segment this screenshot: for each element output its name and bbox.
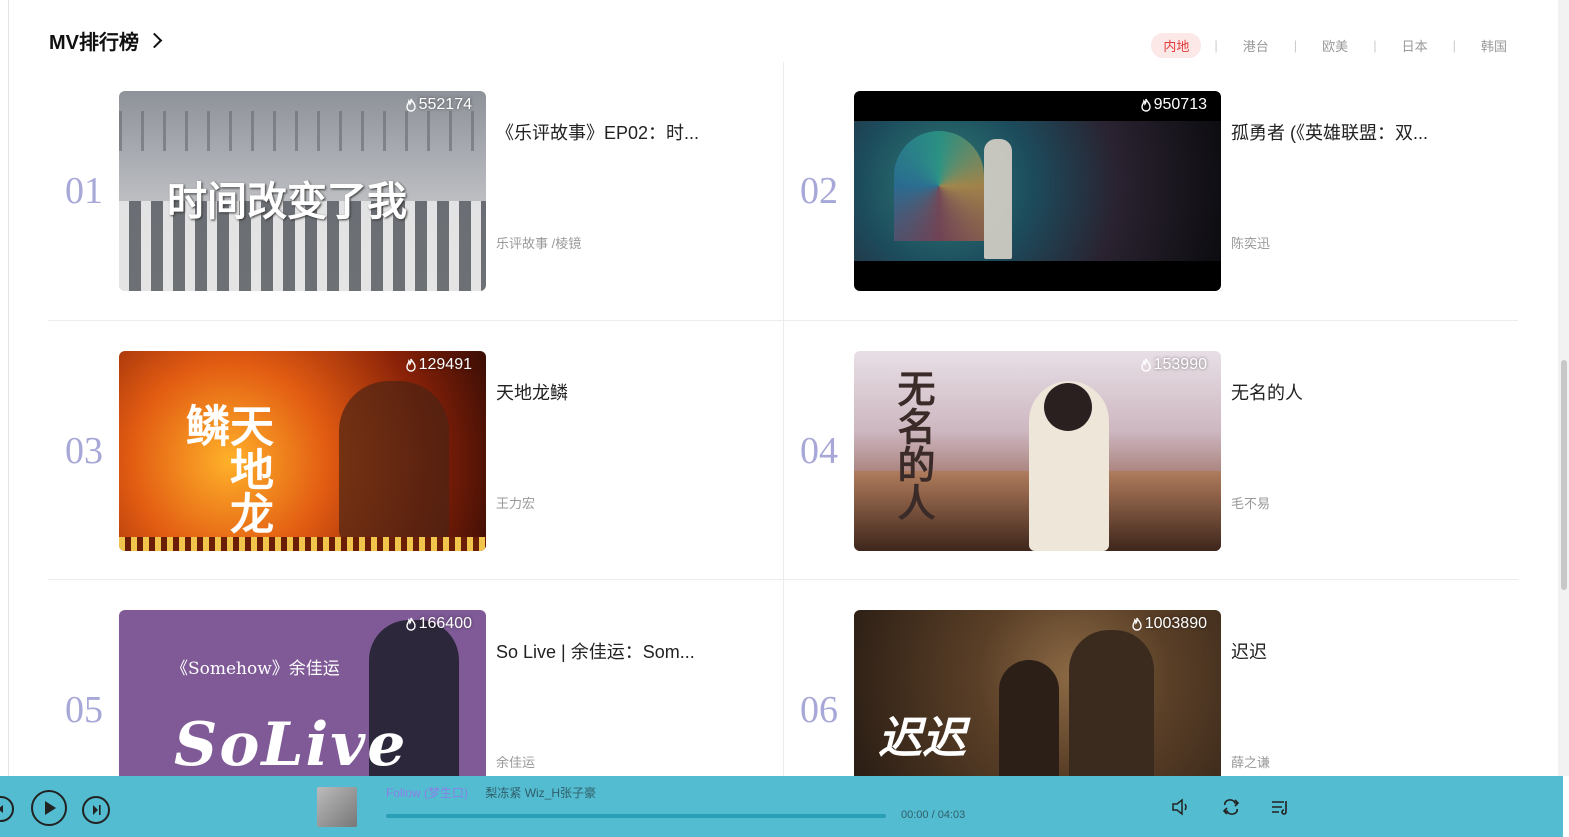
mv-item[interactable]: 03 天地龙鳞 129491 天地龙鳞 王力宏 bbox=[49, 351, 749, 551]
next-button[interactable] bbox=[82, 796, 110, 824]
mv-title[interactable]: So Live | 余佳运：Som... bbox=[496, 638, 746, 664]
view-count-value: 166400 bbox=[418, 615, 472, 632]
tab-separator: | bbox=[1214, 38, 1218, 53]
player-bar: Follow (梦生口) 梨冻紧 Wiz_H张子豪 00:00 / 04:03 bbox=[0, 776, 1563, 837]
rank-number: 06 bbox=[800, 689, 838, 731]
tab-japan[interactable]: 日本 bbox=[1390, 33, 1440, 58]
view-count: 153990 bbox=[1140, 356, 1207, 374]
mv-artist[interactable]: 薛之谦 bbox=[1231, 752, 1270, 771]
rank-number: 05 bbox=[65, 689, 103, 731]
view-count: 950713 bbox=[1140, 96, 1207, 114]
view-count: 129491 bbox=[405, 356, 472, 374]
region-tabs: 内地 | 港台 | 欧美 | 日本 | 韩国 bbox=[1151, 33, 1519, 58]
rank-number: 02 bbox=[800, 170, 838, 212]
row-divider bbox=[48, 579, 1518, 580]
fire-icon bbox=[405, 617, 416, 631]
mv-artist[interactable]: 乐评故事 /棱镜 bbox=[496, 233, 581, 252]
mv-thumbnail[interactable]: 950713 bbox=[854, 91, 1221, 291]
view-count: 1003890 bbox=[1131, 615, 1207, 633]
mv-title[interactable]: 天地龙鳞 bbox=[496, 379, 746, 405]
fire-icon bbox=[1132, 617, 1142, 631]
mv-thumbnail[interactable]: 《Somehow》余佳运 SoLive 166400 bbox=[119, 610, 486, 776]
fire-icon bbox=[1140, 358, 1151, 372]
view-count-value: 1003890 bbox=[1144, 615, 1207, 632]
mv-thumbnail[interactable]: 迟迟 1003890 bbox=[854, 610, 1221, 776]
song-name[interactable]: Follow (梦生口) bbox=[386, 786, 468, 800]
thumbnail-caption: 无名的人 bbox=[891, 369, 936, 521]
chevron-right-icon[interactable] bbox=[146, 32, 163, 49]
album-cover[interactable] bbox=[317, 787, 357, 827]
view-count-value: 129491 bbox=[418, 356, 472, 373]
view-count: 552174 bbox=[405, 96, 472, 114]
view-count-value: 552174 bbox=[418, 96, 472, 113]
thumbnail-caption: 《Somehow》余佳运 bbox=[171, 659, 340, 679]
tab-western[interactable]: 欧美 bbox=[1310, 33, 1360, 58]
mv-thumbnail[interactable]: 天地龙鳞 129491 bbox=[119, 351, 486, 551]
tab-separator: | bbox=[1373, 38, 1377, 53]
next-icon bbox=[93, 805, 101, 815]
tab-separator: | bbox=[1452, 38, 1456, 53]
play-icon bbox=[45, 801, 56, 815]
progress-bar[interactable] bbox=[386, 814, 886, 818]
tab-hk-tw[interactable]: 港台 bbox=[1231, 33, 1281, 58]
loop-icon[interactable] bbox=[1221, 798, 1241, 816]
play-button[interactable] bbox=[31, 790, 67, 826]
left-border bbox=[8, 0, 9, 776]
mv-title[interactable]: 《乐评故事》EP02：时... bbox=[496, 119, 746, 145]
row-divider bbox=[48, 320, 1518, 321]
fire-icon bbox=[1140, 98, 1151, 112]
page-title[interactable]: MV排行榜 bbox=[49, 26, 139, 55]
mv-thumbnail[interactable]: 无名的人 153990 bbox=[854, 351, 1221, 551]
mv-thumbnail[interactable]: 时间改变了我 552174 bbox=[119, 91, 486, 291]
mv-artist[interactable]: 余佳运 bbox=[496, 752, 535, 771]
mv-artist[interactable]: 王力宏 bbox=[496, 493, 535, 512]
thumbnail-caption: 迟迟 bbox=[878, 713, 966, 764]
now-playing-info: Follow (梦生口) 梨冻紧 Wiz_H张子豪 bbox=[386, 784, 596, 801]
volume-icon[interactable] bbox=[1171, 798, 1191, 816]
fire-icon bbox=[405, 98, 416, 112]
scrollbar[interactable] bbox=[1558, 0, 1569, 776]
tab-mainland[interactable]: 内地 bbox=[1151, 33, 1202, 58]
playlist-icon[interactable] bbox=[1270, 798, 1290, 816]
thumbnail-caption: 时间改变了我 bbox=[167, 178, 407, 225]
previous-button[interactable] bbox=[0, 796, 14, 822]
mv-title[interactable]: 迟迟 bbox=[1231, 638, 1481, 664]
fire-icon bbox=[405, 358, 416, 372]
tab-korea[interactable]: 韩国 bbox=[1469, 33, 1519, 58]
mv-item[interactable]: 02 950713 孤勇者 (《英雄联盟：双... 陈奕迅 bbox=[784, 91, 1484, 291]
view-count-value: 153990 bbox=[1153, 356, 1207, 373]
mv-item[interactable]: 04 无名的人 153990 无名的人 毛不易 bbox=[784, 351, 1484, 551]
rank-number: 01 bbox=[65, 170, 103, 212]
section-header[interactable]: MV排行榜 bbox=[49, 26, 163, 55]
view-count: 166400 bbox=[405, 615, 472, 633]
thumbnail-caption: 天地龙鳞 bbox=[178, 403, 273, 535]
view-count-value: 950713 bbox=[1153, 96, 1207, 113]
mv-artist[interactable]: 毛不易 bbox=[1231, 493, 1270, 512]
mv-title[interactable]: 孤勇者 (《英雄联盟：双... bbox=[1231, 119, 1481, 145]
rank-number: 03 bbox=[65, 430, 103, 472]
mv-item[interactable]: 01 时间改变了我 552174 《乐评故事》EP02：时... 乐评故事 /棱… bbox=[49, 91, 749, 291]
mv-artist[interactable]: 陈奕迅 bbox=[1231, 233, 1270, 252]
previous-icon bbox=[0, 805, 3, 813]
playback-time: 00:00 / 04:03 bbox=[901, 809, 966, 821]
scrollbar-thumb[interactable] bbox=[1561, 360, 1567, 590]
song-artist[interactable]: 梨冻紧 Wiz_H张子豪 bbox=[485, 786, 596, 800]
rank-number: 04 bbox=[800, 430, 838, 472]
tab-separator: | bbox=[1293, 38, 1298, 53]
mv-title[interactable]: 无名的人 bbox=[1231, 379, 1481, 405]
